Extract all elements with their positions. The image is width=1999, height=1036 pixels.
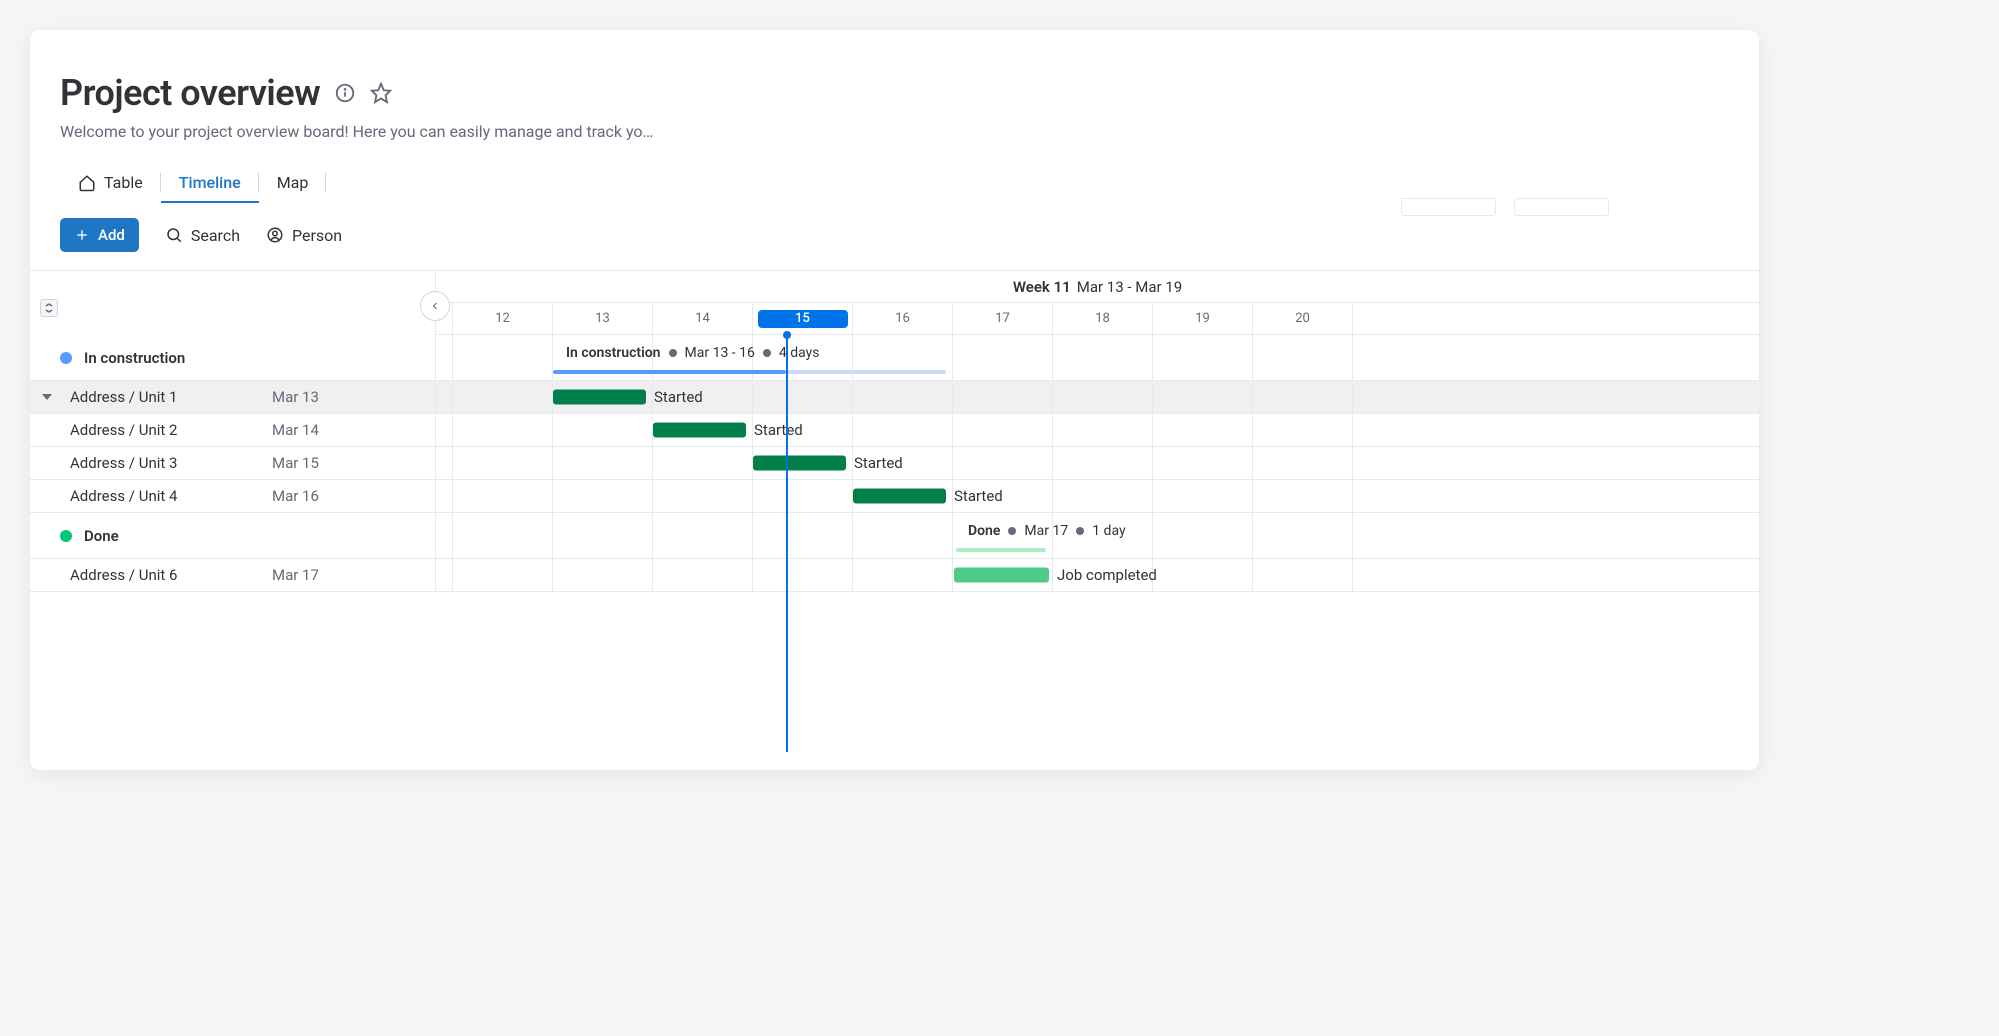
- status-label: Started: [854, 454, 903, 472]
- task-row[interactable]: Address / Unit 2 Mar 14 Started: [30, 414, 1759, 447]
- day-header: 14: [653, 303, 753, 334]
- status-label: Started: [754, 421, 803, 439]
- search-label: Search: [191, 226, 240, 245]
- day-header: 20: [1253, 303, 1353, 334]
- day-header: 12: [453, 303, 553, 334]
- board-card: Project overview Welcome to your project…: [30, 30, 1759, 770]
- week-label: Week 11 Mar 13 - Mar 19: [436, 271, 1759, 303]
- tab-map[interactable]: Map: [259, 163, 327, 202]
- collapse-all-button[interactable]: [40, 299, 58, 317]
- tab-table[interactable]: Table: [60, 163, 161, 202]
- task-date: Mar 15: [272, 454, 319, 472]
- collapse-icon: [44, 303, 54, 313]
- board-subtitle: Welcome to your project overview board! …: [60, 122, 660, 141]
- tab-timeline[interactable]: Timeline: [161, 163, 259, 202]
- placeholder-box: [1514, 198, 1609, 216]
- search-button[interactable]: Search: [165, 226, 240, 245]
- timeline-header: Week 11 Mar 13 - Mar 19 121314 15 16171819…: [30, 270, 1759, 335]
- status-label: Started: [954, 487, 1003, 505]
- today-pill: 15: [758, 310, 848, 328]
- person-filter-button[interactable]: Person: [266, 226, 342, 245]
- week-number: Week 11: [1013, 278, 1071, 296]
- timeline-lanes: In construction In construction Mar 13 - …: [30, 335, 1759, 592]
- home-icon: [78, 174, 96, 192]
- star-icon[interactable]: [370, 82, 392, 104]
- task-name: Address / Unit 4: [60, 487, 260, 505]
- task-date: Mar 14: [272, 421, 319, 439]
- group-summary: In construction Mar 13 - 16 4 days: [566, 345, 819, 361]
- task-name: Address / Unit 1: [60, 388, 260, 406]
- task-name: Address / Unit 3: [60, 454, 260, 472]
- add-button[interactable]: Add: [60, 218, 139, 252]
- day-header: 15: [753, 303, 853, 334]
- status-label: Job completed: [1057, 566, 1157, 584]
- day-header: 17: [953, 303, 1053, 334]
- task-date: Mar 16: [272, 487, 319, 505]
- task-row[interactable]: Address / Unit 3 Mar 15 Started: [30, 447, 1759, 480]
- task-name: Address / Unit 2: [60, 421, 260, 439]
- info-icon[interactable]: [334, 82, 356, 104]
- day-header: 16: [853, 303, 953, 334]
- toolbar: Add Search Person: [30, 202, 1759, 270]
- group-summary: Done Mar 17 1 day: [968, 523, 1126, 539]
- timeline-bar[interactable]: [954, 568, 1049, 583]
- add-label: Add: [98, 226, 125, 244]
- tab-label: Map: [277, 173, 309, 192]
- task-row[interactable]: Address / Unit 1 Mar 13 Started: [30, 381, 1759, 414]
- timeline-bar[interactable]: [853, 489, 946, 504]
- group-range-bar: [553, 370, 786, 374]
- task-name: Address / Unit 6: [60, 566, 260, 584]
- task-row[interactable]: Address / Unit 6 Mar 17 Job completed: [30, 559, 1759, 592]
- page-title: Project overview: [60, 72, 320, 114]
- status-label: Started: [654, 388, 703, 406]
- timeline-bar[interactable]: [653, 423, 746, 438]
- group-row: Done Done Mar 17 1 day: [30, 513, 1759, 559]
- group-name: In construction: [84, 349, 185, 367]
- timeline-bar[interactable]: [553, 390, 646, 405]
- week-range: Mar 13 - Mar 19: [1077, 278, 1182, 296]
- days-row: 121314 15 1617181920: [436, 303, 1759, 335]
- group-color-dot: [60, 530, 72, 542]
- group-color-dot: [60, 352, 72, 364]
- tab-label: Table: [104, 173, 143, 192]
- group-name: Done: [84, 527, 119, 545]
- task-row[interactable]: Address / Unit 4 Mar 16 Started: [30, 480, 1759, 513]
- scroll-left-button[interactable]: [420, 291, 450, 321]
- timeline-bar[interactable]: [753, 456, 846, 471]
- day-header: 13: [553, 303, 653, 334]
- group-range-bar-faded: [786, 370, 946, 374]
- person-icon: [266, 226, 284, 244]
- chevron-left-icon: [429, 300, 441, 312]
- person-label: Person: [292, 226, 342, 245]
- group-row: In construction In construction Mar 13 - …: [30, 335, 1759, 381]
- task-date: Mar 17: [272, 566, 319, 584]
- view-tabs: Table Timeline Map: [60, 163, 1729, 202]
- search-icon: [165, 226, 183, 244]
- day-header: 18: [1053, 303, 1153, 334]
- board-header: Project overview Welcome to your project…: [30, 72, 1759, 202]
- day-header: 19: [1153, 303, 1253, 334]
- expand-caret[interactable]: [40, 390, 54, 404]
- group-range-bar: [956, 548, 1046, 552]
- task-date: Mar 13: [272, 388, 319, 406]
- tab-label: Timeline: [179, 173, 241, 192]
- toolbar-placeholder: [1401, 198, 1609, 216]
- plus-icon: [74, 227, 90, 243]
- placeholder-box: [1401, 198, 1496, 216]
